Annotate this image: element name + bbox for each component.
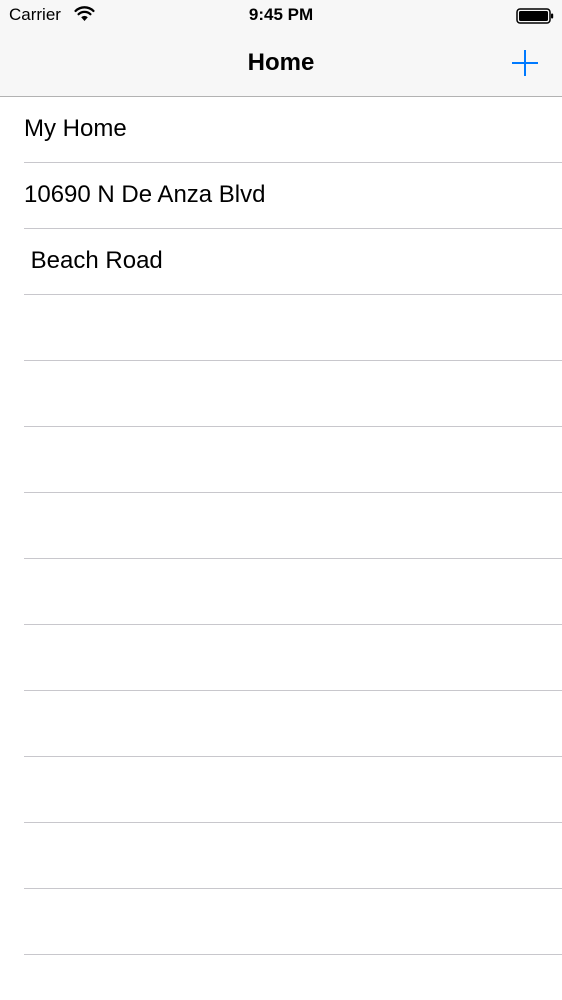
table-row[interactable] bbox=[24, 955, 562, 1000]
navigation-bar: Home bbox=[0, 32, 562, 96]
row-label: Beach Road bbox=[24, 247, 163, 274]
locations-table: My Home 10690 N De Anza Blvd Beach Road bbox=[0, 97, 562, 1000]
page-title: Home bbox=[247, 49, 315, 76]
table-row[interactable]: Beach Road bbox=[24, 229, 562, 295]
table-row[interactable] bbox=[24, 493, 562, 559]
table-row[interactable]: 10690 N De Anza Blvd bbox=[24, 163, 562, 229]
table-row[interactable] bbox=[24, 559, 562, 625]
table-row[interactable] bbox=[24, 295, 562, 361]
clock: 9:45 PM bbox=[248, 5, 314, 24]
table-row[interactable] bbox=[24, 427, 562, 493]
table-row[interactable]: My Home bbox=[24, 97, 562, 163]
top-bar: Carrier 9:45 PM Home bbox=[0, 0, 562, 97]
table-row[interactable] bbox=[24, 757, 562, 823]
table-row[interactable] bbox=[24, 625, 562, 691]
table-row[interactable] bbox=[24, 823, 562, 889]
table-row[interactable] bbox=[24, 361, 562, 427]
battery-icon bbox=[516, 8, 554, 24]
row-label: My Home bbox=[24, 115, 127, 142]
table-row[interactable] bbox=[24, 889, 562, 955]
row-label: 10690 N De Anza Blvd bbox=[24, 181, 266, 208]
table-row[interactable] bbox=[24, 691, 562, 757]
add-button[interactable] bbox=[504, 42, 546, 84]
status-bar: Carrier 9:45 PM bbox=[0, 0, 562, 32]
plus-icon bbox=[512, 50, 538, 76]
screen: Carrier 9:45 PM Home My Home 10690 N De … bbox=[0, 0, 562, 1000]
